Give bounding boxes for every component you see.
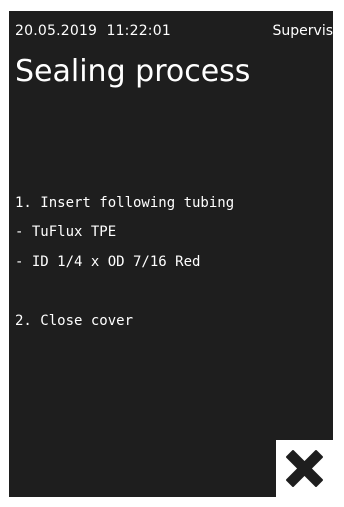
instruction-step-close-cover: 2. Close cover [15,313,134,329]
status-bar: 20.05.2019 11:22:01 Supervis [9,11,333,47]
device-screen: 20.05.2019 11:22:01 Supervis Sealing pro… [9,11,333,497]
close-button[interactable] [276,440,333,497]
datetime-display: 20.05.2019 11:22:01 [15,23,171,39]
user-role-label: Supervis [272,23,333,39]
close-icon [276,440,333,497]
instruction-step-insert-tubing: 1. Insert following tubing [15,195,235,211]
page-title: Sealing process [15,54,251,89]
instruction-tubing-size: - ID 1/4 x OD 7/16 Red [15,254,201,270]
instruction-tubing-type: - TuFlux TPE [15,224,117,240]
